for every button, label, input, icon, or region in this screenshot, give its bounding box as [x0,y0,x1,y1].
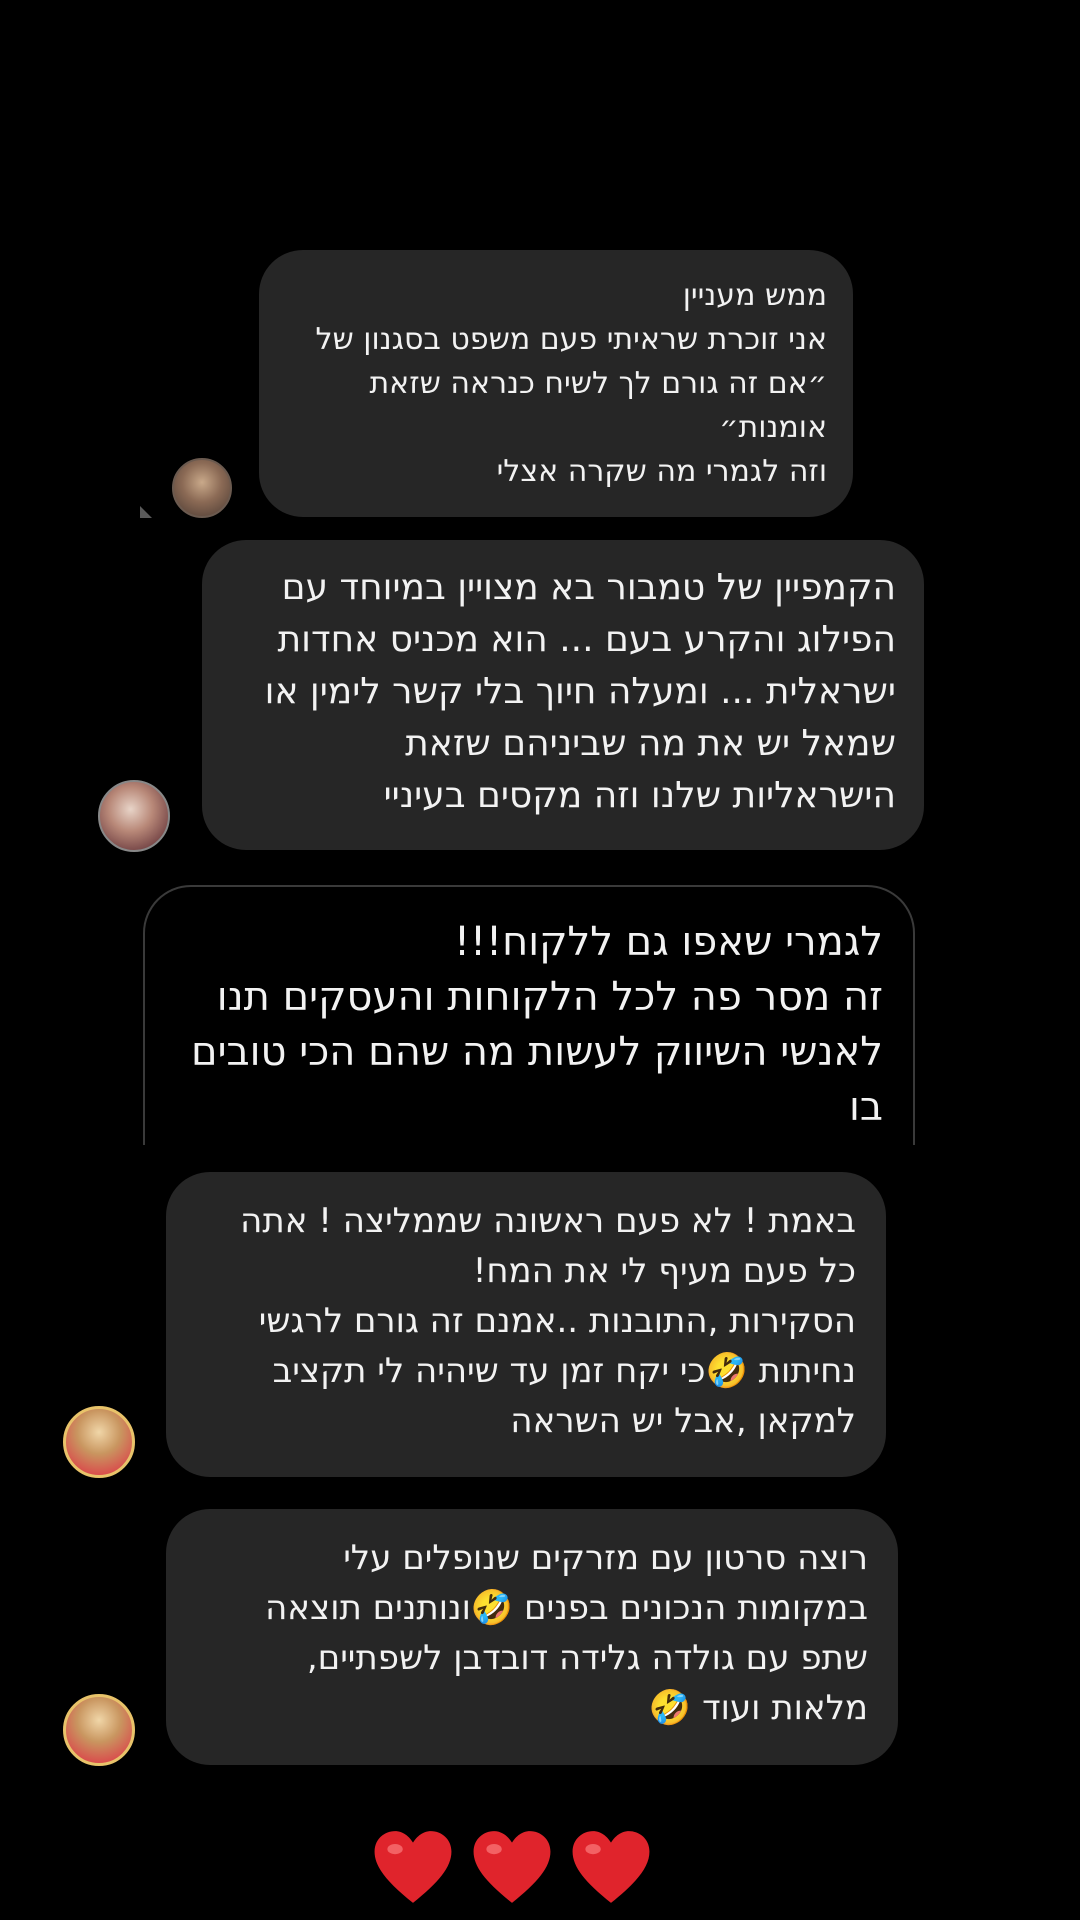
message-line: בו [848,1084,883,1130]
message-line: מלאות ועוד 🤣 [648,1688,868,1728]
message-line: ישראלית ... ומעלה חיוך בלי קשר לימין או [264,671,896,712]
message-bubble-2[interactable]: הקמפיין של טמבור בא מצויין במיוחד עם הפי… [202,540,924,850]
message-line: אני זוכרת שראיתי פעם משפט בסגנון של [315,322,827,357]
message-line: לגמרי שאפו גם ללקוח!!! [453,919,883,965]
message-line: נחיתות 🤣כי יקח זמן עד שיהיה לי תקציב [272,1351,856,1391]
message-bubble-5[interactable]: רוצה סרטון עם מזרקים שנופלים עלי במקומות… [166,1509,898,1765]
message-bubble-3[interactable]: לגמרי שאפו גם ללקוח!!! זה מסר פה לכל הלק… [143,885,915,1145]
avatar[interactable] [63,1694,135,1766]
message-line: שתפ עם גולדה גלידה דובדבן לשפתיים, [306,1638,868,1678]
message-line: הסקירות ,התובנות ..אמנם זה גורם לרגשי [258,1301,856,1341]
message-line: הפילוג והקרע בעם ... הוא מכניס אחדות [277,619,896,660]
message-line: כל פעם מעיף לי את המח! [472,1251,856,1291]
message-line: שמאל יש את מה שביניהם שזאת [405,723,896,764]
heart-reactions [372,1826,652,1916]
message-bubble-4[interactable]: באמת ! לא פעם ראשונה שממליצה ! אתה כל פע… [166,1172,886,1477]
message-line: זה מסר פה לכל הלקוחות והעסקים תנו [216,974,883,1020]
message-line: למקאן ,אבל יש השראה [510,1401,856,1441]
avatar[interactable] [63,1406,135,1478]
message-line: רוצה סרטון עם מזרקים שנופלים עלי [343,1538,868,1578]
bubble-tail [140,506,152,518]
message-line: באמת ! לא פעם ראשונה שממליצה ! אתה [240,1201,856,1241]
message-line: לאנשי השיווק לעשות מה שהם הכי טובים [191,1029,883,1075]
heart-icon [473,1831,551,1903]
message-line: ממש מעניין [682,278,827,313]
avatar[interactable] [98,780,170,852]
message-line: במקומות הנכונים בפנים 🤣ונותנים תוצאה [265,1588,868,1628]
message-line: אומנות״ [719,410,827,445]
heart-icon [374,1831,452,1903]
message-line: וזה לגמרי מה שקרה אצלי [496,454,827,489]
avatar[interactable] [172,458,232,518]
message-line: הקמפיין של טמבור בא מצויין במיוחד עם [281,567,896,608]
message-line: ״אם זה גורם לך לשיח כנראה שזאת [369,366,827,401]
message-bubble-1[interactable]: ממש מעניין אני זוכרת שראיתי פעם משפט בסג… [259,250,853,517]
heart-icon [572,1831,650,1903]
message-line: הישראליות שלנו וזה מקסים בעיניי [383,775,896,816]
